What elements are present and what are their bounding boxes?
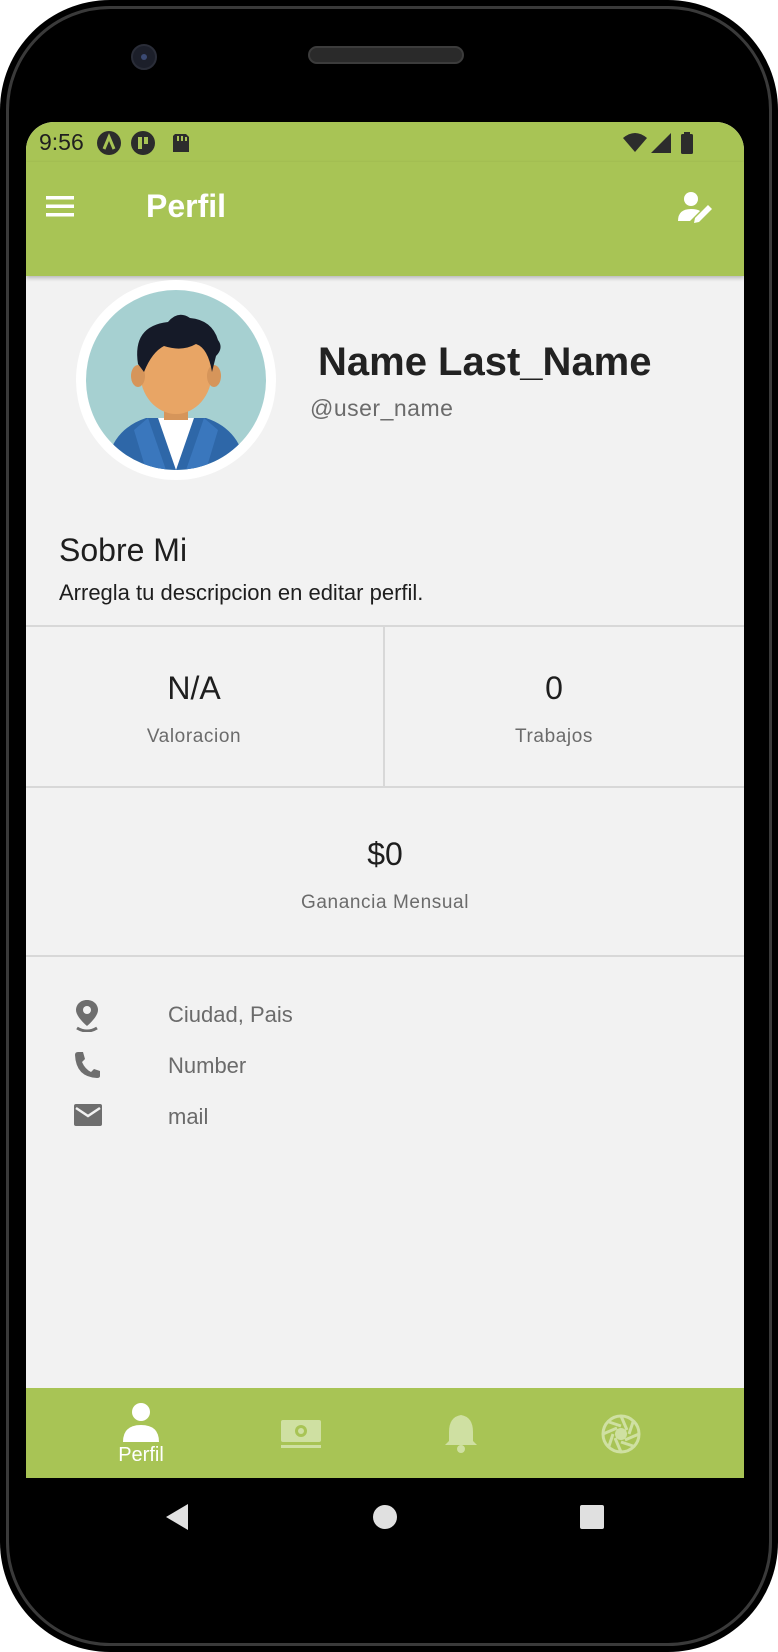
contact-phone-text: Number: [168, 1053, 247, 1078]
earnings-label: Ganancia Mensual: [300, 892, 470, 913]
edit-profile-icon[interactable]: [676, 188, 716, 228]
contact-phone-row: Number: [72, 1047, 672, 1087]
wifi-icon: [623, 133, 647, 152]
contact-location-row: Ciudad, Pais: [72, 996, 672, 1036]
contact-location-text: Ciudad, Pais: [168, 1002, 293, 1027]
system-navigation-bar: [26, 1478, 744, 1556]
money-icon: [281, 1420, 321, 1448]
nav-item-perfil[interactable]: Perfil: [66, 1388, 216, 1478]
signal-icon: [651, 133, 671, 153]
avatar: [76, 280, 276, 480]
location-icon: [76, 1000, 98, 1032]
home-icon[interactable]: [371, 1503, 399, 1531]
sd-card-icon: [173, 134, 189, 152]
aperture-icon: [601, 1414, 641, 1454]
status-bar: 9:56: [26, 122, 744, 162]
page-title: Perfil: [146, 188, 227, 224]
nav-item-label: Perfil: [118, 1444, 164, 1466]
stats-vertical-divider: [383, 626, 385, 786]
back-icon[interactable]: [162, 1502, 192, 1532]
recents-icon[interactable]: [578, 1503, 606, 1531]
jobs-label: Trabajos: [514, 726, 594, 747]
nav-item-notifications[interactable]: [386, 1388, 536, 1478]
phone-frame: 9:56 Perfil Name Last_Name @user_name So…: [0, 0, 778, 1652]
about-heading: Sobre Mi: [59, 532, 188, 568]
app-bar: Perfil: [26, 162, 744, 276]
contact-mail-row: mail: [72, 1098, 672, 1138]
earnings-value: $0: [367, 836, 403, 872]
notification-app-icon: [131, 131, 155, 155]
nav-item-earnings[interactable]: [226, 1388, 376, 1478]
earpiece-speaker: [308, 46, 464, 64]
menu-icon[interactable]: [44, 190, 76, 222]
notification-a-icon: [97, 131, 121, 155]
divider: [26, 786, 744, 788]
app-screen: 9:56 Perfil Name Last_Name @user_name So…: [26, 122, 744, 1556]
front-camera: [131, 44, 157, 70]
jobs-value: 0: [545, 670, 563, 706]
nav-item-camera[interactable]: [546, 1388, 696, 1478]
bottom-navigation: Perfil: [26, 1388, 744, 1478]
person-icon: [123, 1403, 159, 1442]
divider: [26, 955, 744, 957]
rating-label: Valoracion: [146, 726, 242, 747]
divider: [26, 625, 744, 627]
battery-icon: [681, 132, 693, 154]
status-time: 9:56: [39, 129, 84, 155]
phone-icon: [75, 1052, 100, 1078]
contact-mail-text: mail: [168, 1104, 209, 1129]
profile-username: @user_name: [310, 395, 454, 421]
profile-full-name: Name Last_Name: [318, 340, 652, 384]
about-description: Arregla tu descripcion en editar perfil.: [59, 580, 424, 605]
mail-icon: [74, 1104, 102, 1126]
bell-icon: [445, 1415, 477, 1453]
avatar-illustration: [86, 290, 266, 470]
rating-value: N/A: [167, 670, 221, 706]
